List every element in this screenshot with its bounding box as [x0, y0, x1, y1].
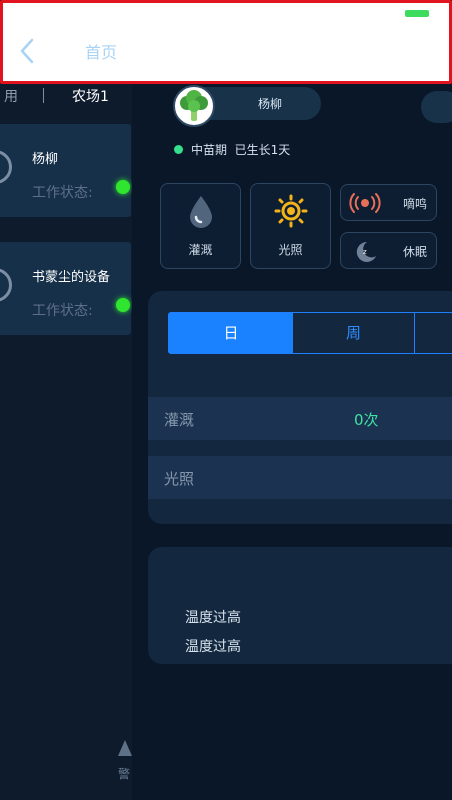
- nav-header: 首页: [0, 0, 452, 84]
- farm-tab-active[interactable]: 农场1: [72, 86, 109, 106]
- alarm-item: 温度过高: [185, 610, 241, 626]
- farm-tab-partial[interactable]: 用: [4, 86, 18, 106]
- more-pill[interactable]: [421, 91, 452, 123]
- beep-label: 嘀鸣: [403, 197, 428, 211]
- battery-icon: [405, 10, 429, 17]
- tab-week[interactable]: 周: [293, 313, 415, 353]
- beep-button[interactable]: 嘀鸣: [340, 184, 437, 221]
- growth-stage: 中苗期 已生长1天: [174, 141, 290, 158]
- water-drop-icon: [190, 196, 212, 228]
- device-ring-icon: [0, 150, 12, 184]
- device-ring-icon: [0, 268, 12, 302]
- device-detail-panel: 杨柳 中苗期 已生长1天 灌溉 光照 嘀鸣 z 休眠 日 周 灌溉 0次 光照 …: [132, 0, 452, 800]
- device-card[interactable]: 书蒙尘的设备 工作状态:: [0, 242, 131, 335]
- stats-row-irrigate: 灌溉 0次: [148, 397, 452, 440]
- irrigate-button[interactable]: 灌溉: [160, 183, 241, 269]
- stage-label: 中苗期: [191, 143, 228, 157]
- status-online-indicator: [116, 180, 130, 194]
- alarm-card: 温度过高 温度过高: [148, 547, 452, 664]
- warning-icon: [118, 740, 132, 756]
- light-button[interactable]: 光照: [250, 183, 331, 269]
- plant-name: 杨柳: [258, 97, 283, 111]
- alarm-nav-label: 警: [118, 767, 131, 781]
- sleep-label: 休眠: [403, 245, 428, 259]
- light-label: 光照: [278, 243, 303, 257]
- farm-tabs: 用 农场1: [0, 84, 132, 106]
- device-status-label: 工作状态:: [32, 185, 93, 201]
- app-screen: 用 农场1 杨柳 工作状态: 书蒙尘的设备 工作状态: 警 杨柳 中苗期 已生长…: [0, 0, 452, 800]
- sleep-button[interactable]: z 休眠: [340, 232, 437, 269]
- stats-row-light: 光照: [148, 456, 452, 499]
- beep-icon: [349, 193, 381, 213]
- irrigate-label: 灌溉: [188, 243, 213, 257]
- back-chevron-icon[interactable]: [17, 37, 37, 65]
- stats-row-label: 灌溉: [164, 411, 195, 429]
- status-online-indicator: [116, 298, 130, 312]
- tab-divider: [43, 88, 44, 103]
- stats-row-label: 光照: [164, 470, 195, 488]
- farm-drawer: 用 农场1 杨柳 工作状态: 书蒙尘的设备 工作状态: 警: [0, 0, 132, 800]
- moon-icon: z: [356, 241, 376, 262]
- device-card[interactable]: 杨柳 工作状态:: [0, 124, 131, 217]
- sun-icon: [274, 194, 308, 228]
- device-name: 杨柳: [32, 152, 59, 167]
- tab-day[interactable]: 日: [169, 313, 293, 353]
- alarm-item: 温度过高: [185, 639, 241, 655]
- stage-indicator: [174, 145, 183, 154]
- grown-days: 已生长1天: [234, 143, 291, 157]
- period-segmented-control: 日 周: [168, 312, 452, 354]
- page-title: 首页: [85, 43, 118, 62]
- device-name: 书蒙尘的设备: [32, 270, 111, 285]
- broccoli-icon: [173, 85, 215, 127]
- device-status-label: 工作状态:: [32, 303, 93, 319]
- svg-text:z: z: [363, 248, 367, 256]
- stats-row-value: 0次: [354, 411, 379, 429]
